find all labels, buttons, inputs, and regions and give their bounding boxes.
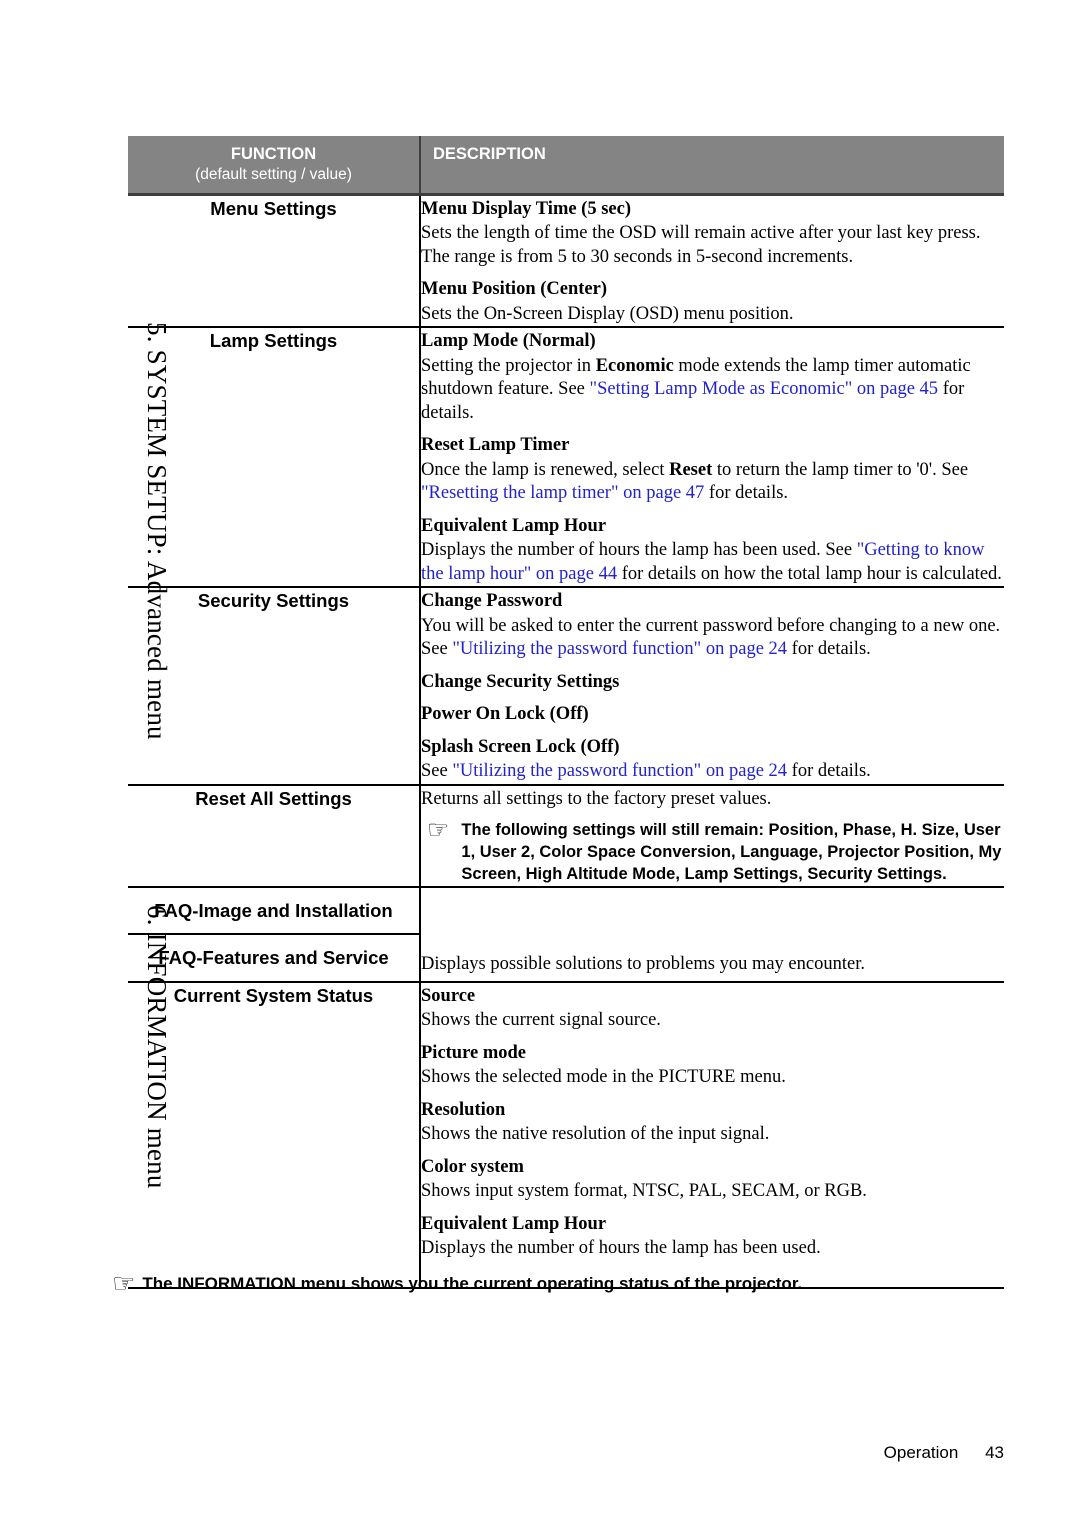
- item-title-reset-lamp-timer: Reset Lamp Timer: [421, 435, 570, 456]
- item-text-lamp-mode: Setting the projector in Economic mode e…: [421, 355, 1004, 425]
- item-title-lamp-mode: Lamp Mode (Normal): [421, 330, 1004, 353]
- page-footer: Operation 43: [0, 1443, 1004, 1463]
- header-cell-function: FUNCTION (default setting / value): [128, 136, 420, 196]
- table-row-current-system-status: Current System Status Source Shows the c…: [128, 980, 1004, 1288]
- lamp-mode-value: Normal: [528, 331, 590, 352]
- page-footer-label: Operation: [883, 1443, 959, 1462]
- reset-timer-body-a: Once the lamp is renewed, select: [421, 459, 670, 480]
- item-title-splash-screen-lock: Splash Screen Lock (Off): [421, 736, 620, 757]
- function-name-menu-settings: Menu Settings: [210, 198, 337, 219]
- item-text-color-system: Shows input system format, NTSC, PAL, SE…: [421, 1181, 867, 1202]
- reset-timer-body-c: to return the lamp timer to '0'. See: [712, 459, 969, 480]
- description-menu-settings: Menu Display Time (5 sec) Sets the lengt…: [419, 194, 1004, 328]
- link-utilizing-the-password-function-2[interactable]: "Utilizing the password function" on pag…: [452, 761, 787, 781]
- item-text-splash-screen-lock: See "Utilizing the password function" on…: [421, 760, 1004, 783]
- reset-all-lead-text: Returns all settings to the factory pres…: [421, 788, 772, 809]
- item-title-power-on-lock: Power On Lock (Off): [421, 704, 589, 725]
- lamp-mode-prefix: Lamp Mode (: [421, 331, 529, 352]
- item-text-resolution: Shows the native resolution of the input…: [421, 1124, 770, 1145]
- table-row-lamp-settings: Lamp Settings Lamp Mode (Normal) Setting…: [128, 326, 1004, 588]
- equiv-hour-body-a: Displays the number of hours the lamp ha…: [421, 540, 857, 561]
- description-reset-all-settings: Returns all settings to the factory pres…: [419, 783, 1004, 887]
- table-row-reset-all-settings: Reset All Settings Returns all settings …: [128, 783, 1004, 887]
- link-utilizing-the-password-function-1[interactable]: "Utilizing the password function" on pag…: [452, 639, 787, 659]
- description-faq: Displays possible solutions to problems …: [419, 885, 1004, 982]
- item-text-reset-lamp-timer: Once the lamp is renewed, select Reset t…: [421, 459, 1004, 506]
- table-header-row: FUNCTION (default setting / value) DESCR…: [128, 136, 1004, 196]
- splash-lock-body-d: for details.: [787, 761, 871, 782]
- description-lamp-settings: Lamp Mode (Normal) Setting the projector…: [419, 326, 1004, 588]
- function-description-table: FUNCTION (default setting / value) DESCR…: [128, 136, 1004, 1290]
- item-title-resolution: Resolution: [421, 1099, 506, 1120]
- picture-mode-body-a: Shows the selected mode in the: [421, 1067, 659, 1088]
- item-title-equivalent-lamp-hour-status: Equivalent Lamp Hour: [421, 1213, 607, 1234]
- header-cell-description: DESCRIPTION: [419, 136, 1004, 196]
- link-setting-lamp-mode-as-economic[interactable]: "Setting Lamp Mode as Economic" on page …: [590, 379, 939, 399]
- lamp-mode-body-a: Setting the projector in: [421, 355, 596, 376]
- function-name-faq-features-and-service: FAQ-Features and Service: [128, 933, 420, 982]
- footer-note-text: The INFORMATION menu shows you the curre…: [142, 1274, 803, 1293]
- manual-page: 5. SYSTEM SETUP: Advanced menu 6. INFORM…: [0, 0, 1080, 1534]
- pointing-hand-icon: ☞: [427, 815, 450, 845]
- function-name-current-system-status: Current System Status: [128, 980, 420, 1288]
- item-text-equivalent-lamp-hour: Displays the number of hours the lamp ha…: [421, 539, 1004, 586]
- item-text-menu-display-time-1: Sets the length of time the OSD will rem…: [421, 223, 981, 244]
- description-security-settings: Change Password You will be asked to ent…: [419, 586, 1004, 785]
- item-title-change-security-settings: Change Security Settings: [421, 671, 620, 692]
- function-name-faq-image-and-installation: FAQ-Image and Installation: [128, 885, 420, 935]
- item-title-picture-mode: Picture mode: [421, 1042, 526, 1063]
- footer-note: ☞ The INFORMATION menu shows you the cur…: [112, 1269, 1012, 1299]
- equiv-hour-body-d: for details on how the total lamp hour i…: [617, 563, 1002, 584]
- item-text-menu-display-time-2: The range is from 5 to 30 seconds in 5-s…: [421, 246, 854, 267]
- lamp-mode-economic: Economic: [595, 355, 674, 376]
- pointing-hand-icon: ☞: [112, 1269, 136, 1299]
- item-title-change-password: Change Password: [421, 591, 563, 612]
- lamp-mode-suffix: ): [589, 331, 596, 352]
- header-description-title: DESCRIPTION: [433, 145, 546, 163]
- reset-all-note-text: The following settings will still remain…: [461, 821, 1002, 884]
- table-row-security-settings: Security Settings Change Password You wi…: [128, 586, 1004, 785]
- picture-mode-body-c: menu.: [735, 1067, 786, 1088]
- reset-timer-reset-word: Reset: [669, 459, 713, 480]
- link-resetting-the-lamp-timer[interactable]: "Resetting the lamp timer" on page 47: [421, 483, 704, 503]
- picture-mode-menu-name: PICTURE: [658, 1067, 736, 1088]
- page-number: 43: [985, 1443, 1004, 1462]
- item-text-source: Shows the current signal source.: [421, 1010, 661, 1031]
- function-name-lamp-settings: Lamp Settings: [128, 326, 420, 588]
- function-name-security-settings: Security Settings: [128, 586, 420, 785]
- item-title-equivalent-lamp-hour: Equivalent Lamp Hour: [421, 515, 607, 536]
- item-text-menu-position: Sets the On-Screen Display (OSD) menu po…: [421, 303, 794, 324]
- item-text-change-password: You will be asked to enter the current p…: [421, 615, 1004, 662]
- faq-description-text: Displays possible solutions to problems …: [421, 953, 865, 974]
- reset-timer-body-d: for details.: [704, 483, 789, 504]
- reset-all-note: ☞ The following settings will still rema…: [421, 815, 1004, 886]
- item-title-menu-display-time: Menu Display Time (5 sec): [421, 199, 632, 219]
- item-title-source: Source: [421, 985, 476, 1006]
- change-password-body-d: for details.: [787, 639, 871, 660]
- description-current-system-status: Source Shows the current signal source. …: [419, 980, 1004, 1288]
- header-function-subtitle: (default setting / value): [195, 166, 352, 183]
- table-row-faq-image-and-installation: FAQ-Image and Installation Displays poss…: [128, 885, 1004, 982]
- item-text-picture-mode: Shows the selected mode in the PICTURE m…: [421, 1066, 1004, 1089]
- table-row-menu-settings: Menu Settings Menu Display Time (5 sec) …: [128, 194, 1004, 328]
- item-title-menu-position: Menu Position (Center): [421, 279, 607, 300]
- item-title-color-system: Color system: [421, 1156, 524, 1177]
- item-text-equivalent-lamp-hour-status: Displays the number of hours the lamp ha…: [421, 1238, 821, 1259]
- function-name-reset-all-settings: Reset All Settings: [128, 783, 420, 887]
- header-function-title: FUNCTION: [230, 145, 317, 163]
- splash-lock-body-a: See: [421, 761, 453, 782]
